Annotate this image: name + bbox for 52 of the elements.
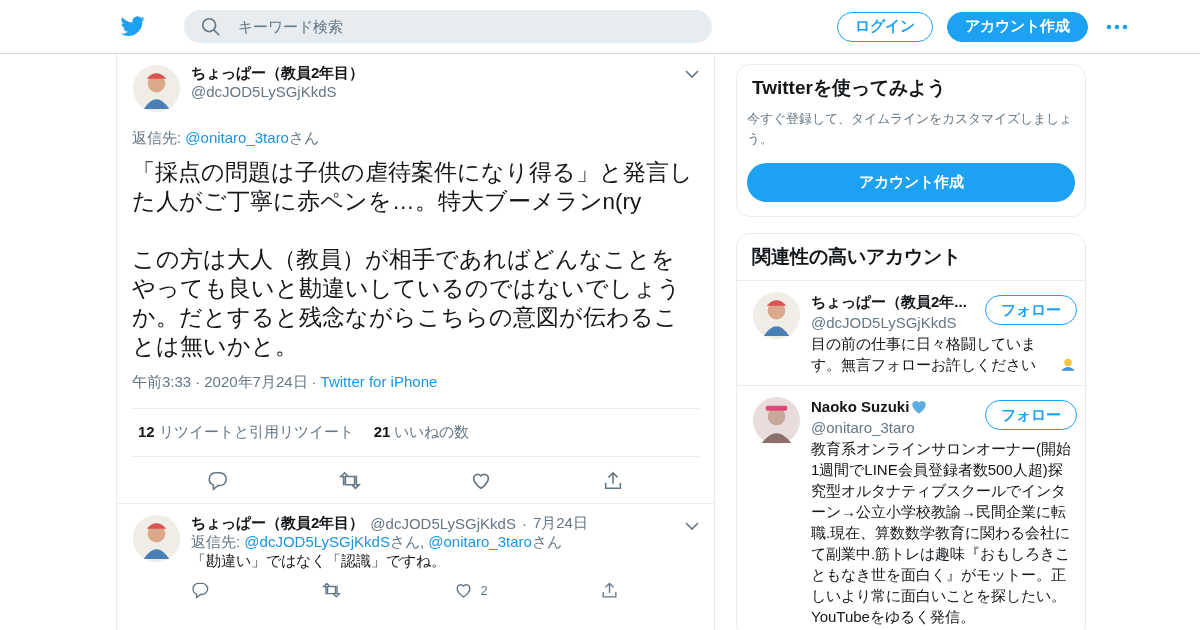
reply-icon[interactable] (191, 581, 210, 600)
user-name[interactable]: ちょっぱー（教員2年目） (191, 64, 675, 83)
card-description: 今すぐ登録して、タイムラインをカスタマイズしましょう。 (747, 110, 1073, 148)
card-title: Twitterを使ってみよう (751, 76, 947, 100)
avatar (752, 396, 801, 445)
user-bio: 教育系オンラインサロンオーナー(開始1週間でLINE会員登録者数500人超)探究型オルタナティブスクールでインターン→公立小学校教諭→民間企業に転職.現在、算数数学教育に関わる会社にて副業中.筋トレは趣味『おもしろきこともなき世を面白く』がモットー。正しいより常に面白いことを探したい。YouTubeをゆるく発信。 (811, 439, 1072, 627)
tweet-text: この方は大人（教員）が相手であればどんなことをやっても良いと勘違いしているのではないでしょうか。だとすると残念ながらこちらの意図が伝わることは無いかと。 (132, 246, 682, 361)
separator-dot: · (521, 515, 527, 532)
login-button[interactable]: ログイン (837, 11, 933, 42)
more-icon[interactable] (1106, 23, 1128, 30)
user-handle[interactable]: @onitaro_3taro (811, 417, 977, 438)
reply-icon[interactable] (206, 470, 229, 492)
user-handle[interactable]: @dcJOD5LySGjKkdS (370, 515, 516, 532)
avatar (752, 291, 801, 340)
like-count: 2 (480, 583, 488, 598)
tweet-text: 「採点の問題は子供の虐待案件になり得る」と発言した人がご丁寧に赤ペンを…。特大ブーメランn(ry (132, 159, 694, 216)
separator-dot: · (195, 373, 201, 390)
chevron-down-icon[interactable] (685, 522, 699, 531)
share-icon[interactable] (600, 581, 619, 600)
bird-logo-icon[interactable] (120, 15, 146, 38)
user-handle[interactable]: @dcJOD5LySGjKkdS (191, 83, 675, 100)
reply-to-line: 返信先: @onitaro_3taroさん (132, 129, 320, 148)
search-field[interactable]: キーワード検索 (184, 10, 712, 43)
tweet-date[interactable]: 2020年7月24日 (204, 373, 308, 390)
follow-button[interactable]: フォロー (985, 295, 1077, 325)
tweet-text: 「勘違い」ではなく「認識」ですね。 (191, 552, 447, 571)
tweet-date[interactable]: 7月24日 (532, 514, 588, 533)
avatar (132, 64, 181, 113)
stat-link[interactable]: 12 リツイートと引用リツイート (138, 423, 354, 442)
card-title: 関連性の高いアカウント (737, 234, 1085, 281)
follow-button[interactable]: フォロー (985, 400, 1077, 430)
signup-button[interactable]: アカウント作成 (747, 163, 1075, 202)
avatar (132, 514, 181, 563)
mention-link[interactable]: @onitaro_3taro (428, 533, 532, 550)
user-name[interactable]: ちょっぱー（教員2年目） (191, 514, 365, 533)
user-handle[interactable]: @dcJOD5LySGjKkdS (811, 312, 977, 333)
search-icon (200, 15, 222, 38)
stat-link[interactable]: 21 いいねの数 (373, 423, 470, 442)
reply-to-line: 返信先: @dcJOD5LySGjKkdSさん, @onitaro_3taroさん (191, 533, 563, 552)
chevron-down-icon[interactable] (685, 70, 699, 79)
mention-link[interactable]: @dcJOD5LySGjKkdS (244, 533, 390, 550)
source-link[interactable]: Twitter for iPhone (320, 373, 438, 390)
user-bio: 目の前の仕事に日々格闘しています。無言フォローお許しください (811, 334, 1037, 375)
user-name[interactable]: ちょっぱー（教員2年... (811, 291, 967, 312)
mention-link[interactable]: @onitaro_3taro (185, 129, 289, 146)
retweet-icon[interactable] (322, 581, 342, 600)
retweet-icon[interactable] (338, 470, 361, 492)
tweet-time[interactable]: 午前3:33 (132, 373, 192, 390)
separator-dot: · (311, 373, 317, 390)
user-name[interactable]: Naoko Suzuki (811, 396, 910, 417)
signup-button[interactable]: アカウント作成 (947, 11, 1088, 42)
search-input[interactable]: キーワード検索 (236, 17, 696, 36)
